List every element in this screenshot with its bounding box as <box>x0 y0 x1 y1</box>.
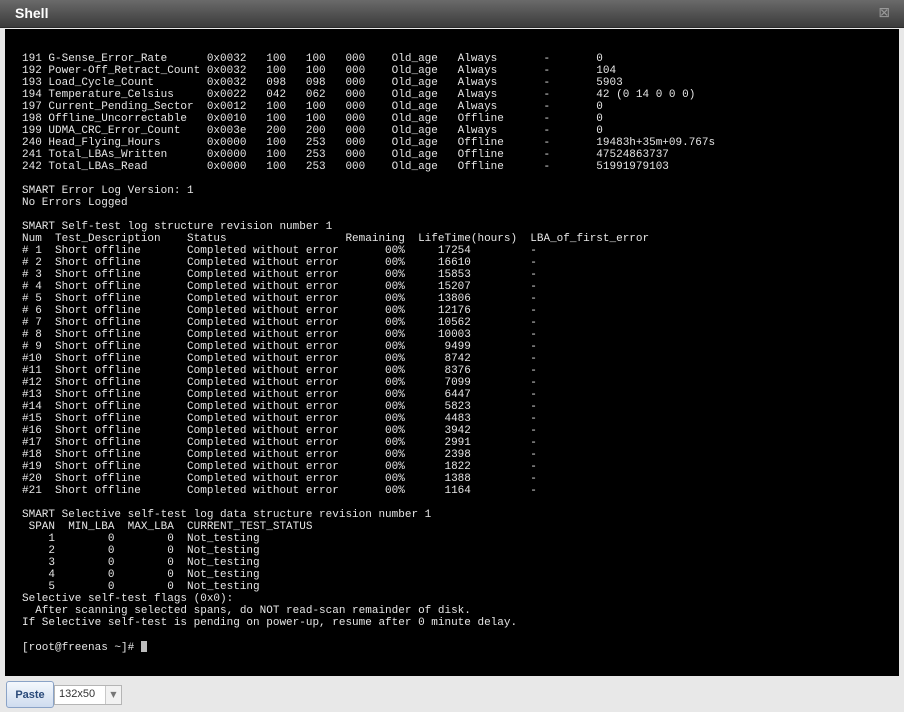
terminal-line: #16 Short offline Completed without erro… <box>22 425 537 437</box>
terminal-screen[interactable]: 191 G-Sense_Error_Rate 0x0032 100 100 00… <box>5 29 899 676</box>
title-bar: Shell ⊠ <box>0 0 904 28</box>
terminal-line: #17 Short offline Completed without erro… <box>22 437 537 449</box>
terminal-line: 192 Power-Off_Retract_Count 0x0032 100 1… <box>22 65 617 77</box>
terminal-line: 3 0 0 Not_testing <box>48 557 260 569</box>
terminal-line: 1 0 0 Not_testing <box>48 533 260 545</box>
terminal-line: SMART Error Log Version: 1 <box>22 185 194 197</box>
terminal-line: No Errors Logged <box>22 197 128 209</box>
terminal-line: #18 Short offline Completed without erro… <box>22 449 537 461</box>
terminal-line: #15 Short offline Completed without erro… <box>22 413 537 425</box>
terminal-line: SMART Selective self-test log data struc… <box>22 509 432 521</box>
terminal-line: SMART Self-test log structure revision n… <box>22 221 333 233</box>
terminal-line: After scanning selected spans, do NOT re… <box>35 605 471 617</box>
terminal-line: #13 Short offline Completed without erro… <box>22 389 537 401</box>
terminal-line: 197 Current_Pending_Sector 0x0012 100 10… <box>22 101 603 113</box>
terminal-line: 194 Temperature_Celsius 0x0022 042 062 0… <box>22 89 696 101</box>
terminal-prompt: [root@freenas ~]# <box>22 642 141 654</box>
bottom-toolbar: Paste 132x50 ▼ <box>0 676 904 712</box>
terminal-line: #10 Short offline Completed without erro… <box>22 353 537 365</box>
terminal-line: 193 Load_Cycle_Count 0x0032 098 098 000 … <box>22 77 623 89</box>
shell-window: Shell ⊠ 191 G-Sense_Error_Rate 0x0032 10… <box>0 0 904 712</box>
terminal-line: #19 Short offline Completed without erro… <box>22 461 537 473</box>
terminal-line: # 8 Short offline Completed without erro… <box>22 329 537 341</box>
terminal-cursor <box>140 641 147 652</box>
terminal-line: 199 UDMA_CRC_Error_Count 0x003e 200 200 … <box>22 125 603 137</box>
terminal-line: #21 Short offline Completed without erro… <box>22 485 537 497</box>
close-icon[interactable]: ⊠ <box>878 5 890 21</box>
terminal-line: # 4 Short offline Completed without erro… <box>22 281 537 293</box>
paste-button[interactable]: Paste <box>6 681 54 708</box>
terminal-line: #20 Short offline Completed without erro… <box>22 473 537 485</box>
terminal-line: # 3 Short offline Completed without erro… <box>22 269 537 281</box>
terminal-lines: 191 G-Sense_Error_Rate 0x0032 100 100 00… <box>22 53 715 629</box>
terminal-line: # 7 Short offline Completed without erro… <box>22 317 537 329</box>
terminal-line: 241 Total_LBAs_Written 0x0000 100 253 00… <box>22 149 669 161</box>
terminal-line: 2 0 0 Not_testing <box>48 545 260 557</box>
terminal-line: # 9 Short offline Completed without erro… <box>22 341 537 353</box>
chevron-down-icon[interactable]: ▼ <box>105 686 121 704</box>
terminal-line: #12 Short offline Completed without erro… <box>22 377 537 389</box>
terminal-line: #14 Short offline Completed without erro… <box>22 401 537 413</box>
terminal-line: # 2 Short offline Completed without erro… <box>22 257 537 269</box>
terminal-line: Selective self-test flags (0x0): <box>22 593 234 605</box>
terminal-line: 4 0 0 Not_testing <box>48 569 260 581</box>
terminal-line: 5 0 0 Not_testing <box>48 581 260 593</box>
terminal-line: # 1 Short offline Completed without erro… <box>22 245 537 257</box>
terminal-line: # 6 Short offline Completed without erro… <box>22 305 537 317</box>
window-title: Shell <box>15 5 49 21</box>
terminal-line: #11 Short offline Completed without erro… <box>22 365 537 377</box>
terminal-line: 198 Offline_Uncorrectable 0x0010 100 100… <box>22 113 603 125</box>
terminal-line: 242 Total_LBAs_Read 0x0000 100 253 000 O… <box>22 161 669 173</box>
terminal-line: Num Test_Description Status Remaining Li… <box>22 233 650 245</box>
terminal-size-value: 132x50 <box>59 688 96 700</box>
terminal-size-select[interactable]: 132x50 ▼ <box>54 685 122 705</box>
terminal-line: 191 G-Sense_Error_Rate 0x0032 100 100 00… <box>22 53 603 65</box>
terminal-line: 240 Head_Flying_Hours 0x0000 100 253 000… <box>22 137 716 149</box>
terminal-line: # 5 Short offline Completed without erro… <box>22 293 537 305</box>
terminal-line: SPAN MIN_LBA MAX_LBA CURRENT_TEST_STATUS <box>28 521 313 533</box>
terminal-line: If Selective self-test is pending on pow… <box>22 617 518 629</box>
terminal-output: 191 G-Sense_Error_Rate 0x0032 100 100 00… <box>22 53 715 654</box>
